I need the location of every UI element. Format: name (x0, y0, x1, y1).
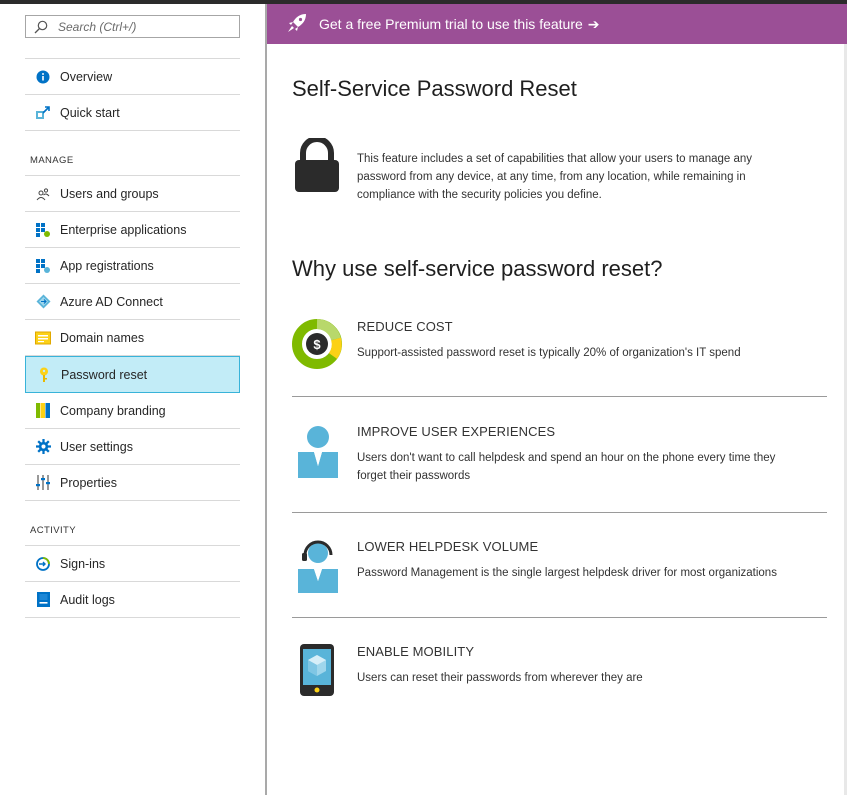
sidebar: Overview Quick start MANAGE Users and gr… (0, 4, 265, 795)
sidebar-item-label: Quick start (60, 105, 120, 120)
properties-icon (35, 475, 51, 491)
sidebar-item-enterprise-applications[interactable]: Enterprise applications (25, 212, 240, 248)
page-title: Self-Service Password Reset (292, 76, 577, 101)
cost-donut-icon: $ (292, 319, 344, 375)
sidebar-item-domain-names[interactable]: Domain names (25, 320, 240, 356)
feature-heading: ENABLE MOBILITY (357, 644, 475, 659)
users-icon (35, 186, 51, 202)
why-title: Why use self-service password reset? (292, 256, 663, 281)
sidebar-item-label: Properties (60, 475, 117, 490)
intro-text: This feature includes a set of capabilit… (357, 153, 753, 201)
info-icon (35, 69, 51, 85)
user-icon (292, 424, 344, 480)
sidebar-item-overview[interactable]: Overview (25, 59, 240, 95)
sidebar-item-label: Overview (60, 69, 113, 84)
lock-icon (293, 136, 341, 197)
sidebar-item-users-and-groups[interactable]: Users and groups (25, 176, 240, 212)
quick-start-icon (35, 105, 51, 121)
rocket-icon (287, 13, 307, 36)
sidebar-item-password-reset[interactable]: Password reset (25, 356, 240, 393)
sidebar-item-app-registrations[interactable]: App registrations (25, 248, 240, 284)
feature-description: Users can reset their passwords from whe… (357, 672, 643, 684)
section-label-manage: MANAGE (30, 155, 74, 166)
key-icon (36, 367, 52, 383)
branding-icon (35, 403, 51, 419)
feature-description: Password Management is the single larges… (357, 567, 777, 579)
mobile-phone-icon (292, 644, 344, 700)
helpdesk-user-icon (292, 539, 344, 595)
azure-ad-connect-icon (35, 294, 51, 310)
sidebar-item-sign-ins[interactable]: Sign-ins (25, 546, 240, 582)
sign-ins-icon (35, 556, 51, 572)
divider (292, 512, 827, 513)
sidebar-item-properties[interactable]: Properties (25, 465, 240, 501)
audit-logs-icon (35, 592, 51, 608)
gear-icon (35, 439, 51, 455)
sidebar-item-label: Sign-ins (60, 556, 106, 571)
sidebar-item-label: Company branding (60, 403, 166, 418)
sidebar-item-label: Azure AD Connect (60, 294, 163, 309)
sidebar-item-user-settings[interactable]: User settings (25, 429, 240, 465)
divider (292, 617, 827, 618)
sidebar-item-label: Audit logs (60, 592, 115, 607)
divider (292, 396, 827, 397)
feature-heading: REDUCE COST (357, 319, 453, 334)
domain-names-icon (35, 330, 51, 346)
search-box[interactable] (25, 15, 240, 38)
feature-description: Users don't want to call helpdesk and sp… (357, 452, 776, 482)
feature-description: Support-assisted password reset is typic… (357, 347, 741, 359)
sidebar-item-company-branding[interactable]: Company branding (25, 393, 240, 429)
sidebar-item-label: User settings (60, 439, 133, 454)
enterprise-apps-icon (35, 222, 51, 238)
sidebar-item-audit-logs[interactable]: Audit logs (25, 582, 240, 618)
sidebar-item-azure-ad-connect[interactable]: Azure AD Connect (25, 284, 240, 320)
sidebar-item-label: Users and groups (60, 186, 159, 201)
nav-top-list: Overview Quick start (25, 58, 240, 131)
premium-trial-banner[interactable]: Get a free Premium trial to use this fea… (267, 4, 847, 44)
search-input[interactable] (58, 19, 228, 34)
nav-activity-list: Sign-ins Audit logs (25, 545, 240, 618)
feature-heading: LOWER HELPDESK VOLUME (357, 539, 539, 554)
app-registrations-icon (35, 258, 51, 274)
search-icon (34, 20, 48, 33)
section-label-activity: ACTIVITY (30, 525, 76, 536)
sidebar-item-label: Domain names (60, 330, 145, 345)
sidebar-item-label: Password reset (61, 367, 148, 382)
sidebar-item-quick-start[interactable]: Quick start (25, 95, 240, 131)
feature-heading: IMPROVE USER EXPERIENCES (357, 424, 556, 439)
sidebar-item-label: App registrations (60, 258, 154, 273)
arrow-right-icon: ➔ (587, 15, 600, 32)
banner-text: Get a free Premium trial to use this fea… (319, 16, 583, 32)
sidebar-item-label: Enterprise applications (60, 222, 187, 237)
main-content: Get a free Premium trial to use this fea… (267, 4, 847, 795)
nav-manage-list: Users and groups Enterprise applications… (25, 175, 240, 501)
svg-text:$: $ (313, 337, 321, 352)
